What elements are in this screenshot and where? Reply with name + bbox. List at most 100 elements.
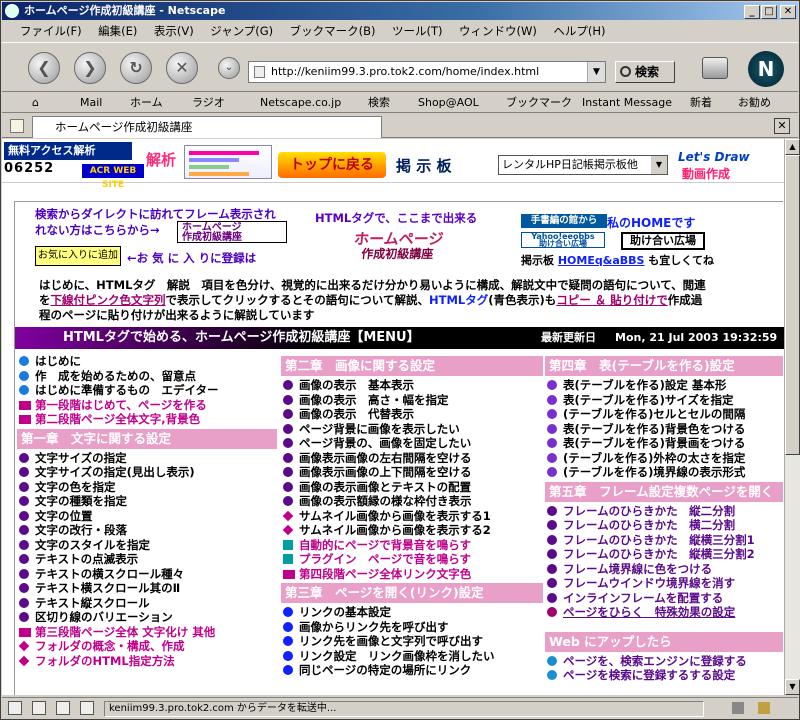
menu-bookmarks[interactable]: ブックマーク(B): [290, 24, 376, 38]
home-toolbar-icon[interactable]: ⌂: [32, 93, 39, 113]
bookmark-netscape[interactable]: Netscape.co.jp: [260, 93, 341, 113]
menu-item[interactable]: はじめに: [17, 354, 277, 369]
menu-item[interactable]: インラインフレームを配置する: [545, 591, 783, 606]
bookmark-search[interactable]: 検索: [368, 93, 390, 113]
menu-item[interactable]: フレーム境界線に色をつける: [545, 562, 783, 577]
minimize-button[interactable]: _: [744, 5, 760, 19]
maximize-button[interactable]: □: [761, 5, 777, 19]
menu-item[interactable]: サムネイル画像から画像を表示する1: [281, 509, 543, 524]
menu-file[interactable]: ファイル(F): [20, 24, 82, 38]
menu-item[interactable]: テキスト横スクロール其のⅡ: [17, 581, 277, 596]
menu-tools[interactable]: ツール(T): [392, 24, 443, 38]
menu-item[interactable]: 文字の種類を指定: [17, 494, 277, 509]
bookmark-new[interactable]: 新着: [690, 93, 712, 113]
back-to-top-button[interactable]: トップに戻る: [278, 152, 386, 178]
menu-help[interactable]: ヘルプ(H): [553, 24, 605, 38]
menu-item[interactable]: 第四段階ページ全体リンク文字色: [281, 567, 543, 582]
history-dropdown-icon[interactable]: ⌄: [218, 57, 240, 79]
tab-list-icon[interactable]: [10, 119, 24, 133]
tegaki-banner[interactable]: 手書編の館から: [521, 214, 607, 228]
bookmark-bookmarks[interactable]: ブックマーク: [506, 93, 572, 113]
url-field[interactable]: http://keniim99.3.pro.tok2.com/home/inde…: [248, 61, 606, 83]
tab-close-icon[interactable]: ✕: [774, 118, 790, 134]
menu-item[interactable]: サムネイル画像から画像を表示する2: [281, 523, 543, 538]
menu-item[interactable]: リンクの基本設定: [281, 605, 543, 620]
menu-item[interactable]: 第二段階ページ全体文字,背景色: [17, 412, 277, 427]
aim-status-icon[interactable]: [56, 701, 70, 715]
pink-underline-link[interactable]: 下線付ピンク色文字列: [51, 293, 166, 307]
menu-item[interactable]: 第三段階ページ全体 文字化け 其他: [17, 625, 277, 640]
menu-item[interactable]: 文字サイズの指定: [17, 451, 277, 466]
scroll-up-icon[interactable]: ▲: [785, 139, 800, 155]
forward-button[interactable]: ❯: [74, 52, 106, 84]
bookmark-home[interactable]: ホーム: [130, 93, 163, 113]
menu-item[interactable]: リンク設定 リンク画像枠を消したい: [281, 649, 543, 664]
menu-item[interactable]: 作 成を始めるための、留意点: [17, 369, 277, 384]
menu-item[interactable]: 文字の位置: [17, 509, 277, 524]
menu-go[interactable]: ジャンプ(G): [210, 24, 273, 38]
url-dropdown-icon[interactable]: ▼: [587, 62, 605, 82]
menu-item[interactable]: 文字のスタイルを指定: [17, 538, 277, 553]
menu-item[interactable]: テキストの横スクロール種々: [17, 567, 277, 582]
online-status-icon[interactable]: [80, 701, 94, 715]
menu-item[interactable]: 文字サイズの指定(見出し表示): [17, 465, 277, 480]
menu-item[interactable]: 画像の表示 代替表示: [281, 407, 543, 422]
menu-item[interactable]: ページ背景に画像を表示したい: [281, 422, 543, 437]
menu-item[interactable]: 文字の色を指定: [17, 480, 277, 495]
menu-item[interactable]: 表(テーブルを作る)背景色をつける: [545, 422, 783, 437]
reload-button[interactable]: ↻: [120, 52, 152, 84]
home-bbs-link[interactable]: HOMEq&aBBS: [558, 254, 645, 267]
menu-edit[interactable]: 編集(E): [98, 24, 137, 38]
menu-item[interactable]: リンク先を画像と文字列で呼び出す: [281, 634, 543, 649]
vertical-scrollbar[interactable]: ▲ ▼: [784, 139, 800, 695]
menu-item[interactable]: 表(テーブルを作る)設定 基本形: [545, 378, 783, 393]
menu-item[interactable]: 表(テーブルを作る)背景画をつける: [545, 436, 783, 451]
stop-button[interactable]: ✕: [166, 52, 198, 84]
add-favorite-button[interactable]: お気に入りに追加: [35, 246, 121, 266]
menu-view[interactable]: 表示(V): [154, 24, 194, 38]
composer-status-icon[interactable]: [32, 701, 46, 715]
menu-item[interactable]: フォルダのHTML指定方法: [17, 654, 277, 669]
menu-item[interactable]: (テーブルを作る)外枠の太さを指定: [545, 451, 783, 466]
bookmark-recommend[interactable]: お勧め: [738, 93, 771, 113]
back-button[interactable]: ❮: [28, 52, 60, 84]
menu-item[interactable]: 画像の表示画像とテキストの配置: [281, 480, 543, 495]
menu-item[interactable]: はじめに準備するもの エデイター: [17, 383, 277, 398]
close-button[interactable]: ✕: [780, 5, 796, 19]
print-icon[interactable]: [702, 57, 728, 79]
menu-item[interactable]: プラグイン ページで音を鳴らす: [281, 552, 543, 567]
mail-status-icon[interactable]: [8, 701, 22, 715]
menu-item[interactable]: フレームのひらきかた 縦横三分割1: [545, 533, 783, 548]
scroll-thumb[interactable]: [785, 155, 800, 455]
menu-item[interactable]: 画像表示画像の左右間隔を空ける: [281, 451, 543, 466]
menu-item[interactable]: 画像の表示 基本表示: [281, 378, 543, 393]
menu-item[interactable]: ページをひらく 特殊効果の設定: [545, 605, 783, 620]
scroll-down-icon[interactable]: ▼: [785, 679, 800, 695]
menu-item[interactable]: フォルダの概念・構成、作成: [17, 639, 277, 654]
yahoo-bbs-banner[interactable]: Yahoo!eeobbs 助け合い広場: [521, 232, 605, 248]
menu-item[interactable]: 画像の表示額縁の様な枠付き表示: [281, 494, 543, 509]
bookmark-radio[interactable]: ラジオ: [192, 93, 225, 113]
menu-item[interactable]: ページを、検索エンジンに登録する: [545, 654, 783, 669]
free-access-label[interactable]: 無料アクセス解析: [4, 142, 132, 160]
menu-item[interactable]: 同じページの特定の場所にリンク: [281, 663, 543, 678]
menu-window[interactable]: ウィンドウ(W): [459, 24, 537, 38]
menu-item[interactable]: フレームのひらきかた 横二分割: [545, 518, 783, 533]
menu-item[interactable]: (テーブルを作る)セルとセルの間隔: [545, 407, 783, 422]
security-lock-icon[interactable]: [732, 702, 744, 714]
menu-item[interactable]: ページ背景の、画像を固定したい: [281, 436, 543, 451]
menu-item[interactable]: 画像の表示 高さ・幅を指定: [281, 393, 543, 408]
menu-item[interactable]: テキストの点滅表示: [17, 552, 277, 567]
menu-item[interactable]: 第一段階はじめて、ページを作る: [17, 398, 277, 413]
tasuke-banner[interactable]: 助け合い広場: [621, 232, 705, 250]
menu-item[interactable]: 表(テーブルを作る)サイズを指定: [545, 393, 783, 408]
menu-item[interactable]: フレームのひらきかた 縦二分割: [545, 504, 783, 519]
menu-item[interactable]: 区切り線のバリエーション: [17, 610, 277, 625]
menu-item[interactable]: 画像表示画像の上下間隔を空ける: [281, 465, 543, 480]
bookmark-shop[interactable]: Shop@AOL: [418, 93, 479, 113]
menu-item[interactable]: ページを検索に登録するする設定: [545, 668, 783, 683]
bookmark-instant-message[interactable]: Instant Message: [582, 93, 672, 113]
menu-item[interactable]: フレームのひらきかた 縦横三分割2: [545, 547, 783, 562]
menu-item[interactable]: (テーブルを作る)境界線の表示形式: [545, 465, 783, 480]
search-button[interactable]: 検索: [615, 61, 675, 83]
